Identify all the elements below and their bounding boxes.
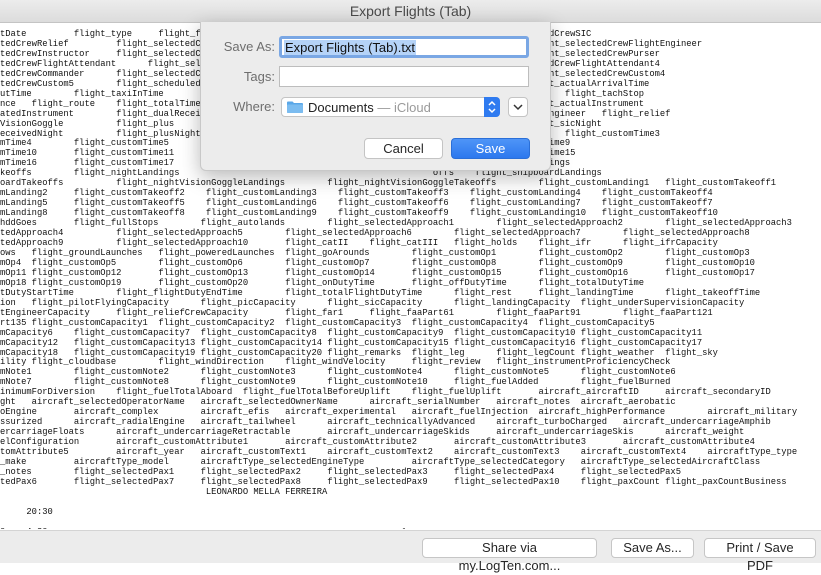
- where-location: — iCloud: [373, 100, 431, 115]
- share-button[interactable]: Share via my.LogTen.com...: [422, 538, 597, 573]
- save-as-label: Save As:: [223, 39, 275, 54]
- window-title: Export Flights (Tab): [0, 0, 821, 23]
- report-line: LEONARDO MELLA FERREIRA: [0, 486, 328, 497]
- up-down-chevron-icon: [488, 100, 496, 114]
- where-label: Where:: [233, 99, 275, 114]
- report-line: mCapacity12 flight_customCapacity13 flig…: [0, 337, 703, 348]
- folder-icon: [287, 101, 303, 113]
- report-line: [0, 498, 821, 508]
- file-name-input[interactable]: Export Flights (Tab).txt: [279, 36, 529, 58]
- tags-label: Tags:: [243, 69, 275, 84]
- where-stepper[interactable]: [484, 97, 500, 117]
- where-select[interactable]: Documents — iCloud: [281, 97, 500, 117]
- save-dialog: Save As: Export Flights (Tab).txt Tags: …: [200, 22, 551, 171]
- where-folder-name: Documents: [308, 100, 374, 115]
- tags-input[interactable]: [279, 66, 529, 87]
- save-button[interactable]: Save: [451, 138, 530, 159]
- chevron-down-icon: [513, 104, 523, 111]
- file-name-text: Export Flights (Tab).txt: [284, 40, 417, 55]
- report-line: 20:30: [0, 506, 53, 517]
- print-save-pdf-button[interactable]: Print / Save PDF: [704, 538, 816, 573]
- save-as-button[interactable]: Save As...: [611, 538, 694, 558]
- cancel-button[interactable]: Cancel: [364, 138, 443, 159]
- report-line: 0 4:30 1: [0, 527, 821, 529]
- bottom-toolbar: Share via my.LogTen.com... Save As... Pr…: [0, 530, 821, 573]
- expand-dialog-button[interactable]: [508, 97, 528, 117]
